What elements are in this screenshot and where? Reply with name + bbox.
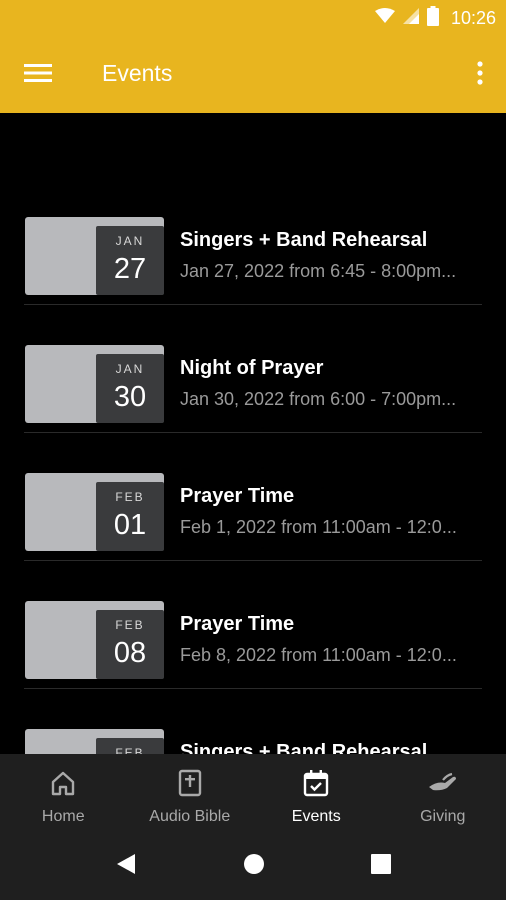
event-list-item[interactable]: FEB Singers + Band Rehearsal [24,689,482,754]
nav-item-home[interactable]: Home [0,754,127,830]
menu-button[interactable] [18,58,58,92]
event-title: Prayer Time [180,485,295,507]
home-button[interactable] [242,853,266,880]
event-datetime: Feb 8, 2022 from 11:00am - 12:0... [180,645,457,665]
event-datetime: Feb 1, 2022 from 11:00am - 12:0... [180,517,457,537]
date-badge: FEB 01 [96,482,164,551]
nav-label: Home [41,808,85,825]
event-title: Singers + Band Rehearsal [180,229,428,251]
giving-hand-icon [427,768,459,798]
wifi-icon [374,7,395,29]
event-datetime: Jan 27, 2022 from 6:45 - 8:00pm... [180,261,457,281]
date-month: FEB [115,746,145,754]
nav-label: Audio Bible [149,808,231,825]
event-list-item[interactable]: JAN 27 Singers + Band Rehearsal Jan 27, … [24,177,482,305]
hamburger-menu-icon [24,63,52,88]
date-day: 01 [113,509,147,541]
date-day: 30 [113,381,147,413]
recents-button[interactable] [369,853,393,879]
recents-square-icon [371,853,391,879]
events-list[interactable]: JAN 27 Singers + Band Rehearsal Jan 27, … [0,113,506,754]
date-month: FEB [115,490,145,504]
home-circle-icon [243,853,265,880]
date-month: FEB [115,618,145,632]
date-day: 08 [113,637,147,669]
status-bar: 10:26 [0,0,506,36]
more-vert-icon [477,60,483,90]
cell-signal-icon [402,7,419,29]
bottom-navigation: Home Audio Bible Events Giving [0,754,506,830]
system-navigation-bar [0,830,506,900]
event-title: Prayer Time [180,613,295,635]
event-list-item[interactable]: JAN 30 Night of Prayer Jan 30, 2022 from… [24,305,482,433]
date-card: JAN 30 [25,345,164,423]
app-bar: Events [0,36,506,113]
event-title: Singers + Band Rehearsal [180,741,428,754]
date-badge: JAN 27 [96,226,164,295]
nav-label: Events [291,808,341,825]
battery-icon [426,5,439,31]
nav-label: Giving [420,808,466,825]
date-month: JAN [115,362,145,376]
status-icons: 10:26 [374,5,496,31]
bible-icon [174,768,206,798]
home-icon [47,768,79,798]
nav-item-audio-bible[interactable]: Audio Bible [127,754,254,830]
date-card: FEB [25,729,164,754]
event-datetime: Jan 30, 2022 from 6:00 - 7:00pm... [180,389,457,409]
date-month: JAN [115,234,145,248]
date-card: FEB 01 [25,473,164,551]
back-triangle-icon [115,852,137,881]
page-title: Events [102,60,173,86]
more-options-button[interactable] [468,58,492,92]
status-time: 10:26 [450,7,496,28]
date-day: 27 [113,253,147,285]
date-badge: FEB [96,738,164,754]
calendar-icon [300,768,332,798]
date-card: JAN 27 [25,217,164,295]
nav-item-events[interactable]: Events [253,754,380,830]
nav-item-giving[interactable]: Giving [380,754,506,830]
event-title: Night of Prayer [180,357,324,379]
event-list-item[interactable]: FEB 01 Prayer Time Feb 1, 2022 from 11:0… [24,433,482,561]
event-list-item[interactable]: FEB 08 Prayer Time Feb 8, 2022 from 11:0… [24,561,482,689]
back-button[interactable] [114,852,138,881]
date-badge: JAN 30 [96,354,164,423]
date-card: FEB 08 [25,601,164,679]
date-badge: FEB 08 [96,610,164,679]
